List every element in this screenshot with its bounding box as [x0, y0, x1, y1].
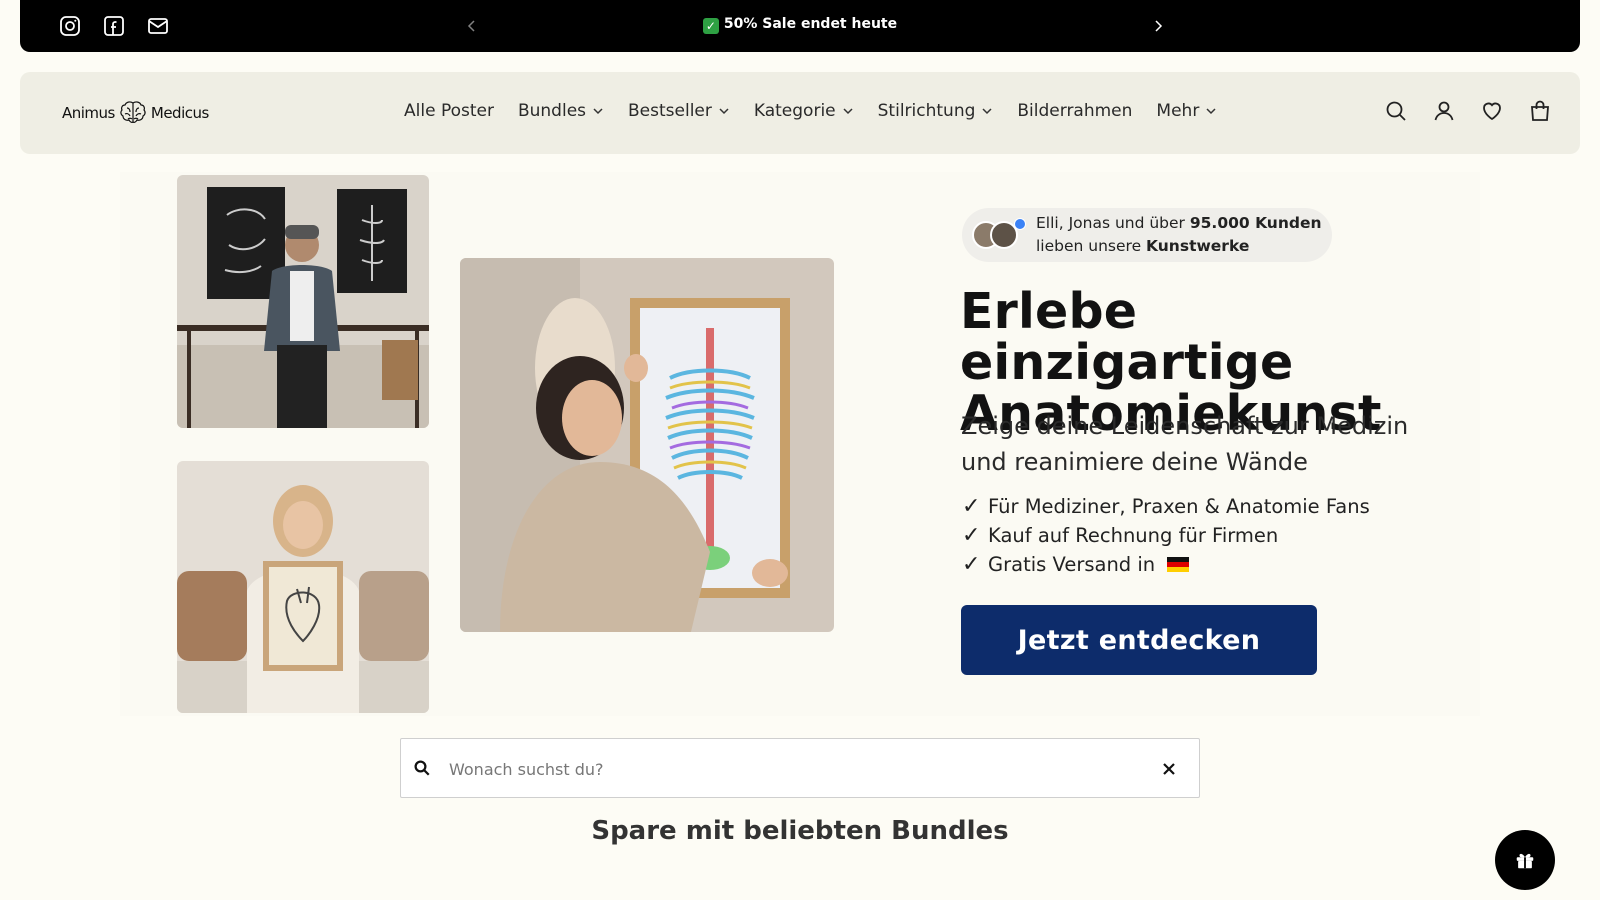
- search-bar: [400, 738, 1200, 798]
- social-proof-emphasis: Kunstwerke: [1146, 237, 1250, 255]
- site-header: Animus Medicus Alle Poster Bundles Bests…: [20, 72, 1580, 154]
- nav-label: Bestseller: [628, 101, 712, 121]
- customer-avatars: [972, 218, 1026, 252]
- wishlist-icon[interactable]: [1480, 99, 1504, 123]
- nav-label: Mehr: [1156, 101, 1200, 121]
- header-icons: [1384, 99, 1552, 123]
- subheadline-line2: und reanimiere deine Wände: [961, 448, 1308, 476]
- nav-item-bundles[interactable]: Bundles: [518, 101, 604, 121]
- social-proof-count: 95.000 Kunden: [1189, 214, 1322, 232]
- benefit-item: ✓ Kauf auf Rechnung für Firmen: [962, 521, 1370, 550]
- checkmark-icon: ✓: [962, 523, 981, 548]
- chevron-right-icon: [1155, 20, 1163, 32]
- benefit-item: ✓ Für Mediziner, Praxen & Anatomie Fans: [962, 492, 1370, 521]
- checkmark-icon: ✓: [702, 18, 719, 34]
- benefit-text: Gratis Versand in: [988, 553, 1156, 576]
- social-proof-text: Elli, Jonas und über 95.000 Kunden liebe…: [1036, 212, 1322, 258]
- chevron-down-icon: [719, 108, 729, 115]
- benefit-list: ✓ Für Mediziner, Praxen & Anatomie Fans ✓…: [962, 492, 1370, 579]
- gift-button[interactable]: [1495, 830, 1555, 890]
- nav-label: Bundles: [517, 101, 587, 121]
- social-proof-line1: Elli, Jonas und über: [1036, 214, 1190, 232]
- chevron-down-icon: [1206, 108, 1216, 115]
- clear-search-button[interactable]: [1159, 759, 1179, 779]
- search-icon: [414, 760, 430, 776]
- gift-icon: [1516, 853, 1534, 869]
- verified-icon: [1014, 218, 1026, 230]
- nav-label: Alle Poster: [404, 101, 494, 121]
- subheadline-line1: Zeige deine Leidenschaft zur Medizin: [961, 412, 1409, 440]
- hero-photo-man-with-posters: [177, 175, 429, 428]
- discover-button[interactable]: Jetzt entdecken: [961, 605, 1317, 675]
- brain-logo-icon: [120, 101, 146, 123]
- nav-item-mehr[interactable]: Mehr: [1156, 101, 1217, 121]
- announcement-message: ✓ 50% Sale endet heute: [20, 16, 1580, 34]
- cart-icon[interactable]: [1528, 99, 1552, 123]
- nav-label: Kategorie: [753, 101, 836, 121]
- benefit-text: Kauf auf Rechnung für Firmen: [988, 524, 1279, 547]
- announcement-text: 50% Sale endet heute: [723, 16, 898, 32]
- social-proof-line2: lieben unsere: [1036, 237, 1147, 255]
- hero-photo-woman-hanging-spine-poster: [460, 258, 834, 632]
- hero-subheadline: Zeige deine Leidenschaft zur Medizin und…: [961, 408, 1481, 480]
- logo[interactable]: Animus Medicus: [62, 100, 209, 126]
- close-icon: [1163, 763, 1175, 775]
- benefit-text: Für Mediziner, Praxen & Anatomie Fans: [988, 495, 1370, 518]
- germany-flag-icon: [1167, 557, 1190, 572]
- main-nav: Alle Poster Bundles Bestseller Kategorie…: [404, 101, 1217, 121]
- announcement-bar: ✓ 50% Sale endet heute: [20, 0, 1580, 52]
- checkmark-icon: ✓: [962, 494, 981, 519]
- nav-item-alle-poster[interactable]: Alle Poster: [404, 101, 494, 121]
- nav-item-bestseller[interactable]: Bestseller: [628, 101, 730, 121]
- announcement-next-button[interactable]: [1146, 14, 1170, 38]
- nav-item-stilrichtung[interactable]: Stilrichtung: [878, 101, 994, 121]
- nav-label: Bilderrahmen: [1017, 101, 1133, 121]
- search-icon[interactable]: [1384, 99, 1408, 123]
- account-icon[interactable]: [1432, 99, 1456, 123]
- search-input[interactable]: [449, 753, 1139, 785]
- nav-item-bilderrahmen[interactable]: Bilderrahmen: [1017, 101, 1132, 121]
- chevron-down-icon: [843, 108, 853, 115]
- social-proof-badge: Elli, Jonas und über 95.000 Kunden liebe…: [962, 208, 1332, 262]
- checkmark-icon: ✓: [962, 552, 981, 577]
- section-title: Spare mit beliebten Bundles: [591, 816, 1009, 846]
- benefit-item: ✓ Gratis Versand in: [962, 550, 1370, 579]
- chevron-down-icon: [982, 108, 992, 115]
- logo-text-right: Medicus: [150, 104, 209, 122]
- nav-label: Stilrichtung: [877, 101, 976, 121]
- logo-text-left: Animus: [62, 104, 115, 122]
- nav-item-kategorie[interactable]: Kategorie: [754, 101, 854, 121]
- hero-photo-woman-with-heart-poster: [177, 461, 429, 713]
- headline-line1: Erlebe einzigartige: [960, 283, 1294, 391]
- chevron-down-icon: [593, 108, 603, 115]
